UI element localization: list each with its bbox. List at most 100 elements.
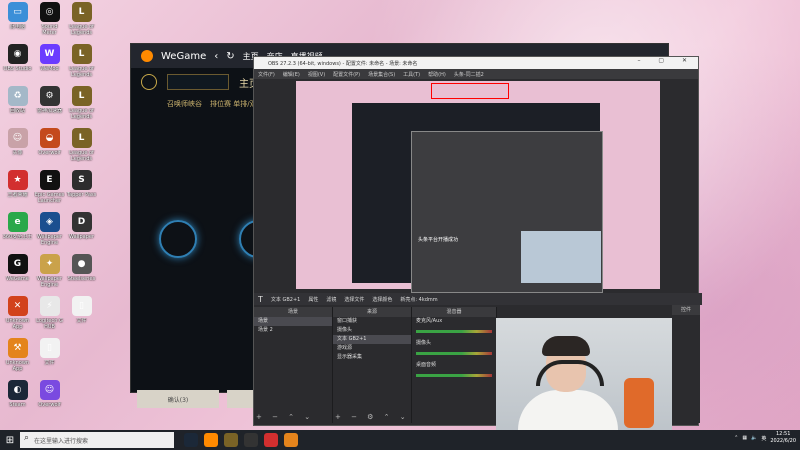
source-item[interactable]: 摄像头: [333, 326, 411, 335]
source-item[interactable]: 文本 GB2+1: [333, 335, 411, 344]
desktop-icon[interactable]: ⚡ Logitech G HUB: [34, 296, 65, 338]
desktop-icon[interactable]: E Epic Games Launcher: [34, 170, 65, 212]
desktop-icon-label: Overwolf: [38, 150, 61, 156]
obs-menu-item[interactable]: 配置文件(P): [333, 71, 360, 78]
source-item[interactable]: 窗口捕获: [333, 317, 411, 326]
desktop-icon[interactable]: L League of Legends: [66, 128, 97, 170]
confirm-button[interactable]: 确认(3): [137, 390, 219, 408]
desktop-icon[interactable]: ◐ Steam: [2, 380, 33, 422]
ime-indicator[interactable]: 英: [761, 435, 766, 442]
desktop-icon[interactable]: L League of Legends: [66, 86, 97, 128]
app-icon: L: [71, 86, 92, 106]
desktop-icon-label: Wallpaper: [68, 234, 94, 240]
desktop-icon[interactable]: D Wallpaper: [66, 212, 97, 254]
desktop-icon[interactable]: ● Steelseries: [66, 254, 97, 296]
app-icon: ✕: [7, 296, 28, 316]
desktop-icon: [66, 338, 97, 380]
wegame-taskbar-icon[interactable]: [204, 433, 218, 447]
obs-menu-item[interactable]: 文件(F): [258, 71, 275, 78]
obs-menu-item[interactable]: 场景集合(S): [368, 71, 395, 78]
obs-menu-item[interactable]: 帮助(H): [428, 71, 446, 78]
desktop-icon-label: 头像: [12, 150, 23, 156]
scene-item[interactable]: 场景: [254, 317, 332, 326]
obs-preview[interactable]: 头条平台开播成功: [296, 81, 660, 293]
mode-summoners-rift[interactable]: 召唤师峡谷: [167, 99, 202, 109]
desktop-icon[interactable]: ◉ OBS Studio: [2, 44, 33, 86]
preview-selection-box[interactable]: [431, 83, 509, 99]
app-icon: S: [71, 170, 92, 190]
scene-controls[interactable]: + − ⌃ ⌄: [256, 413, 314, 421]
back-icon[interactable]: ‹: [214, 51, 218, 62]
desktop-icon[interactable]: ◈ Wallpaper Engine: [34, 212, 65, 254]
obs-taskbar-icon[interactable]: [244, 433, 258, 447]
desktop-icon[interactable]: W WeMod: [34, 44, 65, 86]
taskbar-search[interactable]: 在这里输入进行搜索: [20, 432, 174, 448]
obs-menu-item[interactable]: 头条-同二插2: [454, 71, 484, 78]
text-source-icon: T: [258, 294, 263, 304]
desktop-icon-label: Steelseries: [67, 276, 96, 282]
desktop-icon[interactable]: ⚒ Unknown App: [2, 338, 33, 380]
scene-item[interactable]: 场景 2: [254, 326, 332, 335]
app-icon: L: [71, 2, 92, 22]
desktop-icon[interactable]: ✦ Wallpaper Engine: [34, 254, 65, 296]
app-icon: ▯: [71, 296, 92, 316]
steam-taskbar-icon[interactable]: [184, 433, 198, 447]
desktop-icon[interactable]: ★ 王者荣耀: [2, 170, 33, 212]
audio-meter: [416, 352, 492, 355]
desktop-icon-label: League of Legends: [69, 24, 94, 36]
desktop-icon[interactable]: ◒ Overwolf: [34, 128, 65, 170]
properties-button[interactable]: 属性: [308, 296, 318, 303]
filters-button[interactable]: 滤镜: [326, 296, 336, 303]
desktop-icon[interactable]: ☺ 头像: [2, 128, 33, 170]
network-icon[interactable]: ▦: [742, 435, 747, 441]
desktop-icon-label: 王者荣耀: [7, 192, 28, 198]
app-icon: ▯: [39, 338, 60, 358]
streamer-hair: [542, 336, 590, 356]
desktop-icon-label: Wallpaper Engine: [36, 276, 62, 288]
desktop-icon[interactable]: ▯ 文件: [34, 338, 65, 380]
refresh-icon[interactable]: ↻: [226, 51, 234, 62]
desktop-icon-label: Epic Games Launcher: [34, 192, 65, 204]
desktop-icon[interactable]: ▭ 此电脑: [2, 2, 33, 44]
desktop-icon[interactable]: L League of Legends: [66, 2, 97, 44]
obs-menu-item[interactable]: 编辑(E): [283, 71, 300, 78]
audio-meter: [416, 330, 492, 333]
play-button[interactable]: [167, 74, 229, 90]
source-item[interactable]: 显示器采集: [333, 353, 411, 362]
app-icon: e: [7, 212, 28, 232]
desktop-icon[interactable]: L League of Legends: [66, 44, 97, 86]
app-icon: ☺: [7, 128, 28, 148]
volume-icon[interactable]: 🔈: [751, 435, 757, 441]
select-file-button[interactable]: 选择文件: [344, 296, 364, 303]
desktop-icon[interactable]: ♻ 回收站: [2, 86, 33, 128]
obs-menu-item[interactable]: 视图(V): [308, 71, 325, 78]
text-value: 新亮点: 4kdmm: [400, 296, 438, 303]
app-taskbar-icon[interactable]: [284, 433, 298, 447]
desktop-icon[interactable]: ✕ Unknown App: [2, 296, 33, 338]
desktop-icon[interactable]: ☺ Overwolf: [34, 380, 65, 422]
desktop-icons: ▭ 此电脑 ◎ Sound Meter L League of Legends ◉ OBS S…: [2, 2, 98, 422]
window-controls[interactable]: – ▢ ✕: [637, 57, 695, 64]
desktop-icon[interactable]: ▯ 文件: [66, 296, 97, 338]
desktop-icon-label: WeMod: [40, 66, 59, 72]
source-controls[interactable]: + − ⚙ ⌃ ⌄: [335, 413, 410, 421]
source-label: 文本 GB2+1: [270, 296, 301, 303]
windows-start-icon[interactable]: ⊞: [0, 430, 20, 450]
desktop-icon[interactable]: ⚙ 雷神加速器: [34, 86, 65, 128]
obs-menu-item[interactable]: 工具(T): [403, 71, 420, 78]
obs-title: OBS 27.2.3 (64-bit, windows) - 配置文件: 未命名…: [268, 60, 418, 67]
clock[interactable]: 12:51 2022/6/20: [770, 431, 796, 445]
source-item[interactable]: 游戏源: [333, 344, 411, 353]
app-icon: L: [71, 44, 92, 64]
select-color-button[interactable]: 选择颜色: [372, 296, 392, 303]
desktop-icon-label: League of Legends: [69, 108, 94, 120]
desktop-icon[interactable]: G WeGame: [2, 254, 33, 296]
lol-taskbar-icon[interactable]: [224, 433, 238, 447]
desktop-icon[interactable]: S Tapper Pass: [66, 170, 97, 212]
desktop-icon[interactable]: e 360安全卫士: [2, 212, 33, 254]
desktop-icon[interactable]: ◎ Sound Meter: [34, 2, 65, 44]
preview-notice: 头条平台开播成功: [418, 237, 459, 243]
desktop-icon-label: 雷神加速器: [36, 108, 62, 114]
tray-up-icon[interactable]: ⌃: [734, 435, 738, 441]
netease-taskbar-icon[interactable]: [264, 433, 278, 447]
